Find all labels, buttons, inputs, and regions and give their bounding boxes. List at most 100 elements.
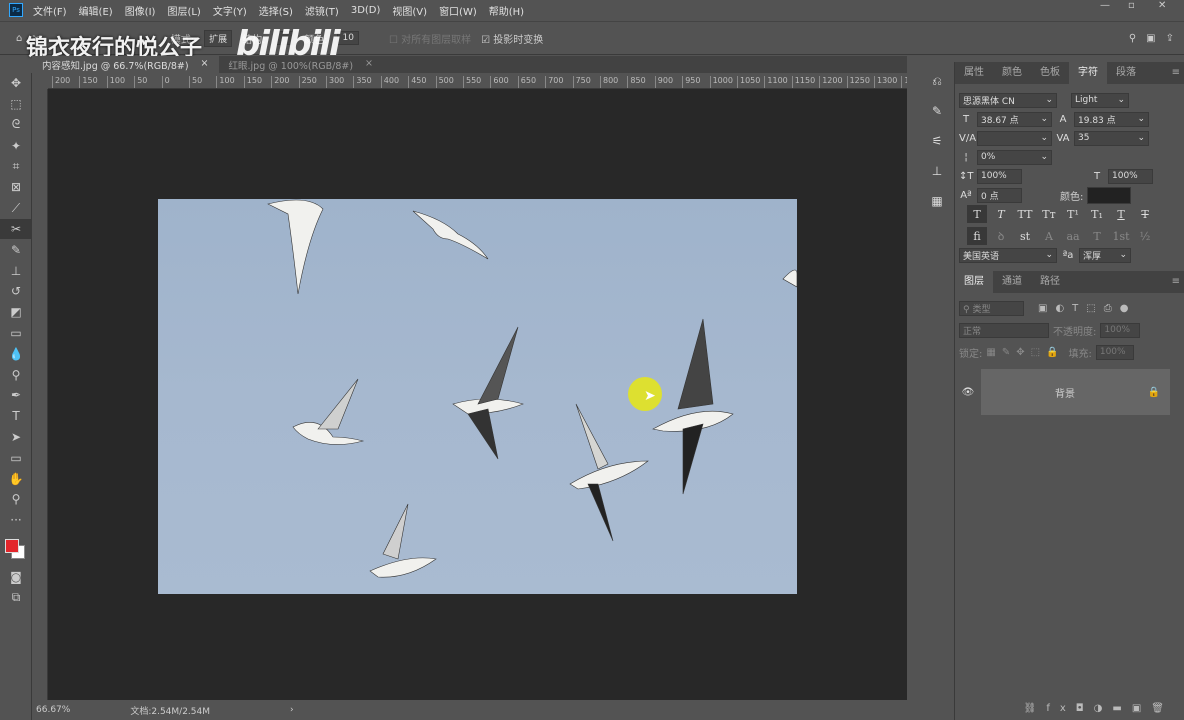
screen-mode-icon[interactable]: ⧉ xyxy=(0,587,32,608)
menu-type[interactable]: 文字(Y) xyxy=(213,3,247,18)
ordinal-button[interactable]: 1st xyxy=(1111,227,1131,245)
crop-tool-icon[interactable]: ⌗ xyxy=(0,156,32,177)
strikethrough-button[interactable]: T xyxy=(1135,205,1155,223)
subscript-button[interactable]: T₁ xyxy=(1087,205,1107,223)
font-style-select[interactable]: Light ⌄ xyxy=(1071,92,1129,108)
path-select-icon[interactable]: ➤ xyxy=(0,427,32,448)
tab-paragraph[interactable]: 段落 xyxy=(1107,62,1145,84)
tab-layers[interactable]: 图层 xyxy=(955,271,993,293)
layer-filter-icons[interactable]: ▣◐T⬚⎙● xyxy=(1038,303,1136,314)
menu-view[interactable]: 视图(V) xyxy=(392,3,427,18)
search-icon[interactable]: ⚲ xyxy=(1129,33,1136,44)
panel-menu-icon[interactable]: ≡ xyxy=(1163,62,1184,84)
tab-properties[interactable]: 属性 xyxy=(955,62,993,84)
tab-content-aware[interactable]: 内容感知.jpg @ 66.7%(RGB/8#) × xyxy=(32,56,219,73)
layer-filter-select[interactable]: ⚲ 类型 xyxy=(959,300,1024,316)
close-icon[interactable]: × xyxy=(201,58,209,71)
kerning-field[interactable]: ⌄ xyxy=(977,130,1052,146)
frame-tool-icon[interactable]: ⊠ xyxy=(0,177,32,198)
stylistic-alt-button[interactable]: A xyxy=(1039,227,1059,245)
patch-tool-icon[interactable]: ✂ xyxy=(0,218,32,240)
menu-filter[interactable]: 滤镜(T) xyxy=(305,3,339,18)
small-caps-button[interactable]: Tт xyxy=(1039,205,1059,223)
tab-red-eye[interactable]: 红眼.jpg @ 100%(RGB/8#) × xyxy=(219,56,384,73)
glyphs-icon[interactable]: ▦ xyxy=(922,186,952,216)
zoom-level[interactable]: 66.67% xyxy=(36,705,70,715)
color-select[interactable]: 10 xyxy=(337,31,359,45)
history-brush-icon[interactable]: ↺ xyxy=(0,281,32,302)
home-icon[interactable]: ⌂ xyxy=(16,33,22,44)
panel-menu-icon[interactable]: ≡ xyxy=(1163,271,1184,293)
stamp-tool-icon[interactable]: ⊥ xyxy=(0,260,32,281)
layer-actions[interactable]: ⛓fx◘◑▬▣🗑 xyxy=(1024,703,1174,714)
quick-mask-icon[interactable]: ◙ xyxy=(0,567,32,588)
antialias-select[interactable]: 浑厚 ⌄ xyxy=(1079,247,1131,263)
document-image[interactable] xyxy=(158,199,798,594)
menu-select[interactable]: 选择(S) xyxy=(259,3,293,18)
eye-icon[interactable]: 👁 xyxy=(955,387,981,398)
workspace-icon[interactable]: ▣ xyxy=(1146,33,1155,44)
hand-tool-icon[interactable]: ✋ xyxy=(0,468,32,489)
zoom-tool-icon[interactable]: ⚲ xyxy=(0,489,32,510)
sample-all-checkbox[interactable]: ☐ 对所有图层取样 xyxy=(389,31,471,46)
magic-wand-icon[interactable]: ✦ xyxy=(0,135,32,156)
baseline-shift-field[interactable]: 0 点 xyxy=(977,187,1022,203)
text-color-swatch[interactable] xyxy=(1087,186,1132,204)
menu-image[interactable]: 图像(I) xyxy=(125,3,156,18)
titling-button[interactable]: aa xyxy=(1063,227,1083,245)
mode-select[interactable]: 扩展 xyxy=(204,29,233,47)
vertical-scale-field[interactable]: 100% xyxy=(977,168,1022,184)
underline-button[interactable]: T xyxy=(1111,205,1131,223)
font-family-select[interactable]: 思源黑体 CN ⌄ xyxy=(959,92,1057,108)
minimize-button[interactable]: — xyxy=(1100,0,1110,11)
clone-source-icon[interactable]: ⊥ xyxy=(922,156,952,186)
faux-bold-button[interactable]: T xyxy=(967,205,987,223)
menu-window[interactable]: 窗口(W) xyxy=(439,3,477,18)
status-arrow[interactable]: › xyxy=(290,705,294,715)
superscript-button[interactable]: T¹ xyxy=(1063,205,1083,223)
layer-row[interactable]: 👁 背景 🔒 xyxy=(955,369,1170,415)
horizontal-scale-field[interactable]: 100% xyxy=(1108,168,1153,184)
tab-channels[interactable]: 通道 xyxy=(993,271,1031,293)
menu-3d[interactable]: 3D(D) xyxy=(351,5,381,16)
fill-field[interactable]: 100% xyxy=(1095,344,1134,360)
tab-color[interactable]: 颜色 xyxy=(993,62,1031,84)
menu-edit[interactable]: 编辑(E) xyxy=(79,3,113,18)
discretionary-ligature-button[interactable]: ꝺ xyxy=(991,227,1011,245)
type-tool-icon[interactable]: T xyxy=(0,406,32,427)
move-tool-icon[interactable]: ✥ xyxy=(0,73,32,94)
maximize-button[interactable]: ▫ xyxy=(1128,0,1135,11)
tab-paths[interactable]: 路径 xyxy=(1031,271,1069,293)
dodge-icon[interactable]: ⚲ xyxy=(0,364,32,385)
language-select[interactable]: 美国英语 ⌄ xyxy=(959,247,1057,263)
transform-checkbox[interactable]: ☑ 投影时变换 xyxy=(481,31,543,46)
all-caps-button[interactable]: TT xyxy=(1015,205,1035,223)
more-tools-icon[interactable]: ··· xyxy=(0,510,32,531)
font-size-field[interactable]: 38.67 点 ⌄ xyxy=(977,111,1052,127)
lasso-tool-icon[interactable]: ᘓ xyxy=(0,115,32,136)
blend-mode-select[interactable]: 正常 xyxy=(959,322,1049,338)
pen-tool-icon[interactable]: ✒ xyxy=(0,385,32,406)
eraser-icon[interactable]: ◩ xyxy=(0,302,32,323)
menu-layer[interactable]: 图层(L) xyxy=(167,3,200,18)
marquee-tool-icon[interactable]: ⬚ xyxy=(0,94,32,115)
fractions-button[interactable]: ½ xyxy=(1135,227,1155,245)
tsume-field[interactable]: 0% ⌄ xyxy=(977,149,1052,165)
ligature-button[interactable]: fi xyxy=(967,227,987,245)
menu-file[interactable]: 文件(F) xyxy=(33,3,67,18)
faux-italic-button[interactable]: T xyxy=(991,205,1011,223)
leading-field[interactable]: 19.83 点 ⌄ xyxy=(1074,111,1149,127)
brush-tool-icon[interactable]: ✎ xyxy=(0,239,32,260)
blur-icon[interactable]: 💧 xyxy=(0,343,32,364)
opacity-field[interactable]: 100% xyxy=(1100,322,1141,338)
tab-swatches[interactable]: 色板 xyxy=(1031,62,1069,84)
tracking-field[interactable]: 35 ⌄ xyxy=(1074,130,1149,146)
share-icon[interactable]: ⇪ xyxy=(1166,33,1174,44)
rectangle-tool-icon[interactable]: ▭ xyxy=(0,447,32,468)
brush-settings-icon[interactable]: ✎ xyxy=(922,96,952,126)
menu-help[interactable]: 帮助(H) xyxy=(489,3,524,18)
swash-button[interactable]: st xyxy=(1015,227,1035,245)
color-swatches[interactable] xyxy=(0,531,31,567)
eyedropper-icon[interactable]: ⟋ xyxy=(0,198,32,219)
adjust-icon[interactable]: ⚟ xyxy=(922,126,952,156)
